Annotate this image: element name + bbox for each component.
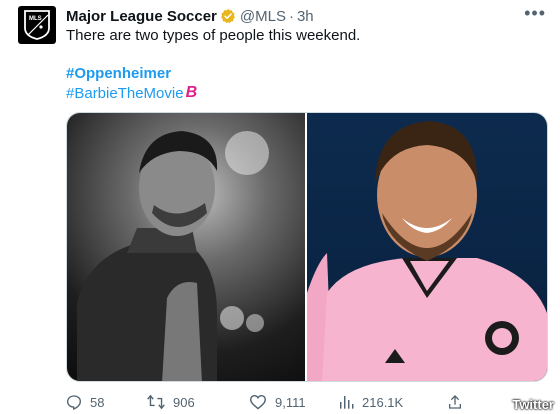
verified-badge-icon: [220, 8, 236, 24]
retweet-count: 906: [173, 394, 195, 410]
media-grid: [66, 112, 548, 382]
tweet-text: There are two types of people this weeke…: [66, 27, 361, 44]
handle[interactable]: @MLS: [240, 8, 286, 25]
views-button[interactable]: 216.1K: [338, 394, 403, 410]
views-chart-icon: [340, 396, 354, 409]
views-count: 216.1K: [362, 394, 404, 410]
display-name[interactable]: Major League Soccer: [66, 8, 217, 25]
avatar-text: MLS: [29, 16, 42, 22]
tweet-header: Major League Soccer @MLS · 3h: [66, 6, 550, 26]
like-count: 9,111: [275, 394, 306, 410]
mls-logo-icon: MLS: [24, 10, 50, 40]
barbie-logo-icon: B: [185, 84, 198, 101]
hashtag-oppenheimer[interactable]: #Oppenheimer: [66, 65, 171, 82]
photo-right[interactable]: [307, 113, 547, 381]
retweet-icon: [147, 394, 165, 410]
reply-icon: [66, 395, 82, 410]
like-button[interactable]: 9,111: [249, 394, 306, 410]
twitter-watermark: Twitter: [512, 397, 554, 412]
hashtag-barbie[interactable]: #BarbieTheMovie: [66, 85, 184, 102]
pink-jersey-player-image: [307, 121, 547, 381]
photo-left[interactable]: [67, 113, 306, 381]
separator-dot: ·: [288, 7, 294, 25]
reply-button[interactable]: 58: [66, 394, 104, 410]
action-bar: 58 906 9,111 216.1K: [66, 394, 550, 412]
more-options-icon[interactable]: •••: [524, 4, 546, 22]
share-button[interactable]: [447, 394, 471, 410]
share-icon: [449, 395, 461, 409]
reply-count: 58: [90, 394, 105, 410]
timestamp[interactable]: 3h: [297, 8, 314, 25]
bw-portrait-image: [77, 131, 269, 381]
heart-icon: [249, 394, 267, 410]
hashtag-barbie-row: #BarbieTheMovie B: [66, 84, 197, 102]
retweet-button[interactable]: 906: [147, 394, 195, 410]
avatar[interactable]: MLS: [18, 6, 56, 44]
